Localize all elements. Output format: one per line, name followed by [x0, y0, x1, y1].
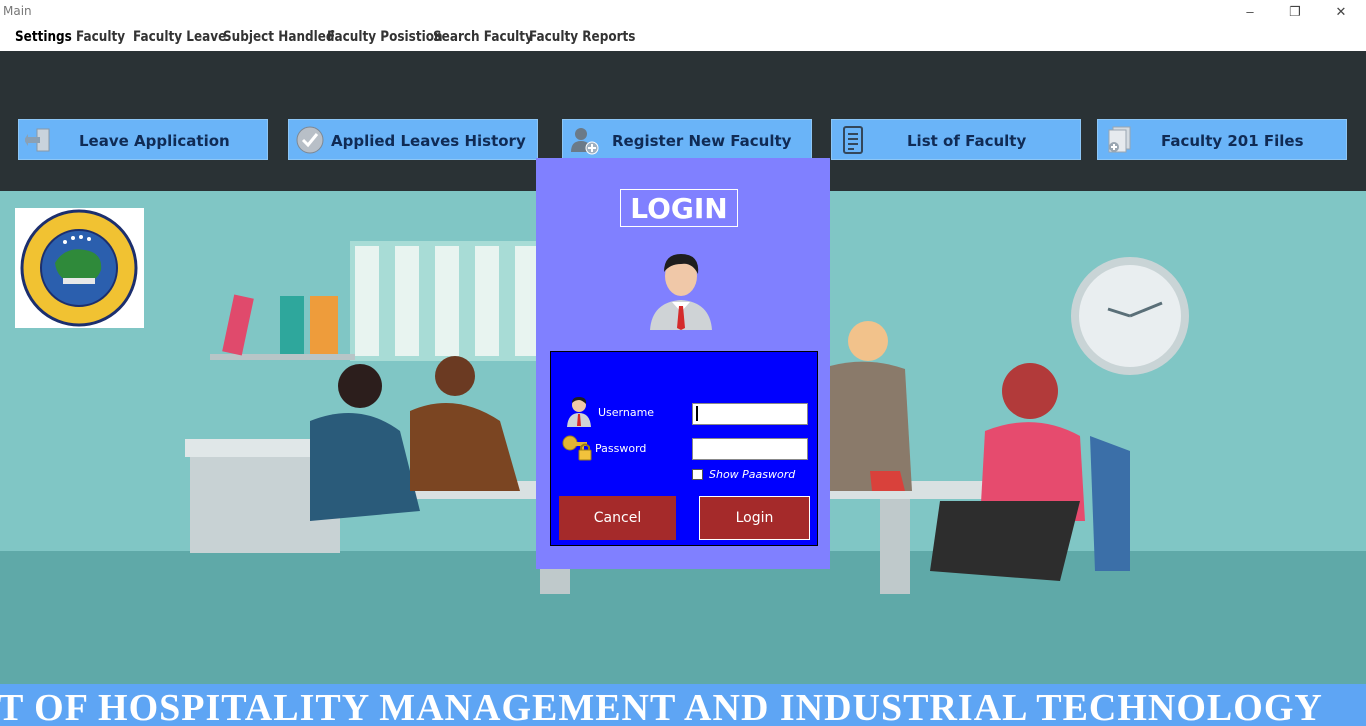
register-new-faculty-label: Register New Faculty	[612, 132, 792, 150]
username-label: Username	[598, 406, 655, 419]
applied-leaves-history-label: Applied Leaves History	[331, 132, 526, 150]
title-bar: Main – ❐ ✕	[0, 0, 1366, 23]
password-input[interactable]	[692, 438, 808, 460]
show-password-label[interactable]: Show Paasword	[709, 468, 795, 481]
restore-icon: ❐	[1289, 3, 1301, 19]
university-seal-image	[20, 209, 138, 327]
menu-faculty-leave[interactable]: Faculty Leave	[133, 29, 226, 45]
menu-bar: Settings Faculty Faculty Leave Subject H…	[0, 23, 1366, 51]
user-avatar-icon	[650, 254, 712, 330]
show-password-checkbox[interactable]	[692, 469, 703, 480]
list-of-faculty-label: List of Faculty	[907, 132, 1027, 150]
close-icon: ✕	[1335, 3, 1347, 19]
add-user-icon	[571, 128, 599, 155]
close-button[interactable]: ✕	[1318, 0, 1364, 23]
exit-door-icon	[25, 128, 50, 152]
minimize-icon: –	[1246, 4, 1254, 19]
menu-faculty[interactable]: Faculty	[76, 29, 125, 45]
faculty-201-files-button[interactable]: Faculty 201 Files	[1097, 119, 1347, 160]
minimize-button[interactable]: –	[1227, 0, 1273, 23]
restore-button[interactable]: ❐	[1272, 0, 1318, 23]
files-add-icon	[1108, 126, 1131, 153]
list-of-faculty-button[interactable]: List of Faculty	[831, 119, 1081, 160]
leave-application-button[interactable]: Leave Application	[18, 119, 268, 160]
text-caret	[696, 406, 698, 421]
check-circle-icon	[296, 126, 324, 154]
key-lock-icon	[562, 435, 592, 461]
window-title: Main	[3, 4, 32, 18]
menu-subject-handled[interactable]: Subject Handled	[223, 29, 335, 45]
faculty-201-files-label: Faculty 201 Files	[1161, 132, 1304, 150]
menu-faculty-position[interactable]: Faculty Posistion	[327, 29, 443, 45]
cancel-button[interactable]: Cancel	[559, 496, 676, 540]
applied-leaves-history-button[interactable]: Applied Leaves History	[288, 119, 538, 160]
register-new-faculty-button[interactable]: Register New Faculty	[562, 119, 812, 160]
department-banner-text: T OF HOSPITALITY MANAGEMENT AND INDUSTRI…	[0, 687, 1323, 726]
department-banner: T OF HOSPITALITY MANAGEMENT AND INDUSTRI…	[0, 684, 1366, 726]
login-dialog: LOGIN Username Password Show Paasword Ca…	[536, 158, 830, 569]
university-logo	[15, 208, 144, 328]
document-list-icon	[843, 126, 863, 154]
user-icon	[567, 397, 591, 427]
username-input[interactable]	[692, 403, 808, 425]
menu-settings[interactable]: Settings	[15, 29, 72, 45]
login-title: LOGIN	[620, 189, 738, 227]
login-form-panel: Username Password Show Paasword Cancel L…	[550, 351, 818, 546]
menu-faculty-reports[interactable]: Faculty Reports	[529, 29, 635, 45]
login-button[interactable]: Login	[699, 496, 810, 540]
menu-search-faculty[interactable]: Search Faculty	[433, 29, 533, 45]
leave-application-label: Leave Application	[79, 132, 230, 150]
password-label: Password	[595, 442, 647, 455]
